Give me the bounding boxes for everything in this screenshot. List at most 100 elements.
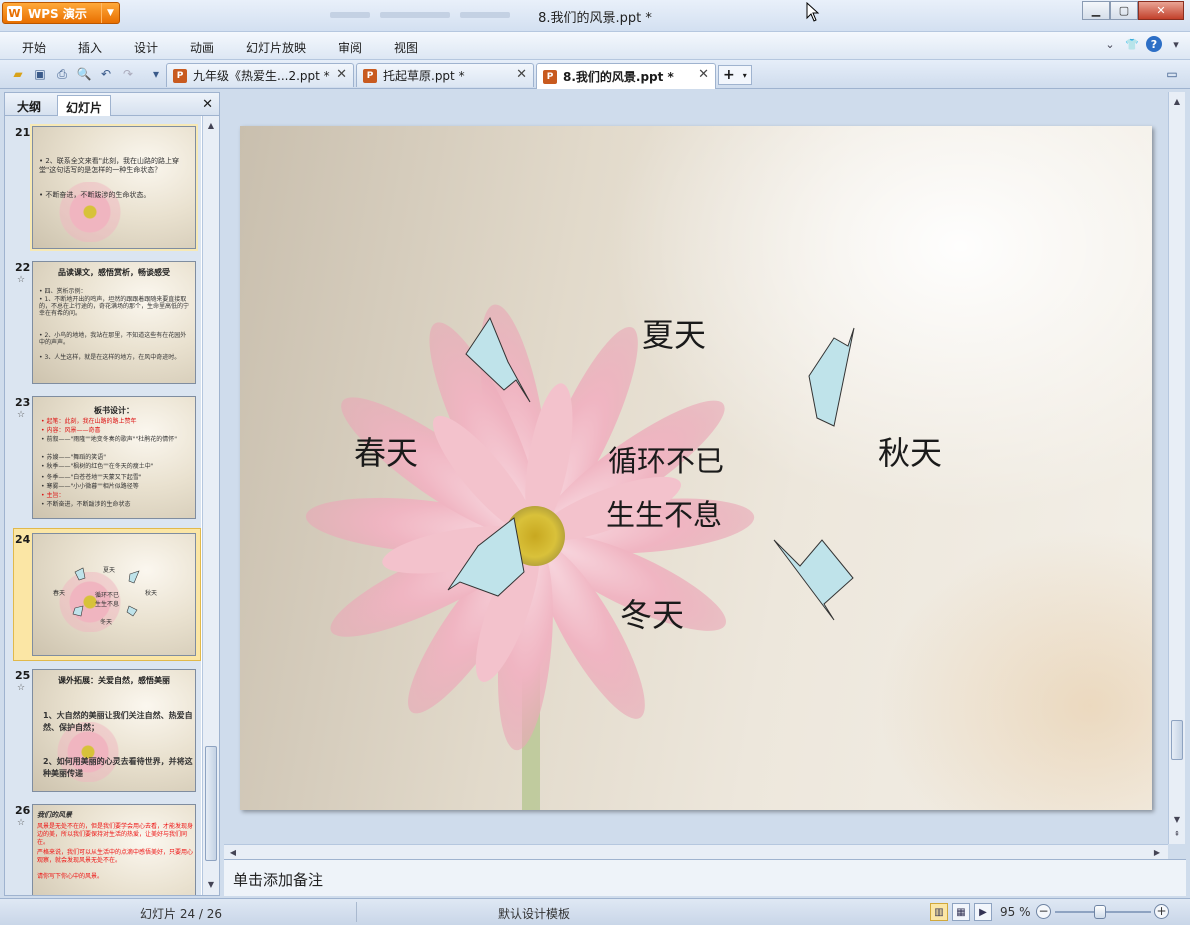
menu-design[interactable]: 设计	[134, 39, 158, 56]
notes-pane[interactable]: 单击添加备注	[224, 859, 1186, 896]
label-autumn[interactable]: 秋天	[878, 428, 942, 474]
slide-thumbnail-24-selected[interactable]: 24 夏天 春天 循环不已 生生不息 秋天 冬天	[5, 528, 201, 661]
wps-app-menu-button[interactable]: W WPS 演示 ▼	[2, 2, 120, 24]
zoom-slider-knob[interactable]	[1094, 905, 1107, 919]
label-cycle[interactable]: 循环不已	[608, 438, 724, 480]
ppt-file-icon: P	[543, 69, 557, 84]
thumb-title: 板书设计：	[94, 406, 134, 415]
scroll-down-icon[interactable]: ▼	[204, 877, 218, 891]
help-icon[interactable]: ?	[1146, 36, 1162, 52]
scroll-thumb[interactable]	[1171, 720, 1183, 760]
slide-number: 22	[15, 261, 31, 274]
help-dropdown-icon[interactable]: ▾	[1168, 36, 1184, 52]
maximize-button[interactable]: ▢	[1110, 1, 1138, 20]
faded-toolbar-ghost	[380, 12, 450, 18]
scroll-thumb[interactable]	[205, 746, 217, 861]
menu-start[interactable]: 开始	[22, 39, 46, 56]
prev-slide-icon[interactable]: ⇞	[1170, 827, 1184, 841]
thumb-text: • 2、联系全文来看"此刻，我在山路的路上穿堂"这句话写的是怎样的一种生命状态？	[39, 157, 180, 174]
animation-star-icon: ☆	[17, 818, 26, 828]
open-folder-icon[interactable]: ▰	[10, 66, 26, 82]
close-tab-icon[interactable]: ✕	[698, 67, 709, 82]
label-spring[interactable]: 春天	[354, 428, 418, 474]
scroll-left-icon[interactable]: ◀	[226, 845, 240, 859]
slide-number: 23	[15, 396, 31, 409]
close-panel-icon[interactable]: ✕	[202, 97, 213, 112]
menu-slideshow[interactable]: 幻灯片放映	[246, 39, 306, 56]
current-slide[interactable]: 夏天 春天 秋天 循环不已 生生不息 冬天	[240, 126, 1152, 810]
panel-toggle-icon[interactable]: ▭	[1164, 66, 1180, 82]
label-endless[interactable]: 生生不息	[606, 492, 722, 534]
close-tab-icon[interactable]: ✕	[516, 67, 527, 82]
animation-star-icon: ☆	[17, 410, 26, 420]
tab-outline[interactable]: 大纲	[9, 95, 49, 116]
skin-shirt-icon[interactable]: 👕	[1124, 36, 1140, 52]
zoom-out-button[interactable]: −	[1036, 904, 1051, 919]
slide-thumbnail-26[interactable]: 26 ☆ 我们的风景 风景是无处不在的，但是我们要学会用心去看，才能发现身边的美…	[5, 802, 201, 895]
scroll-up-icon[interactable]: ▲	[204, 118, 218, 132]
thumb-text: 2、如何用美丽的心灵去看待世界，并将这种美丽传递	[43, 757, 193, 778]
thumb-text: 请你写下你心中的风景。	[37, 873, 104, 880]
zoom-in-button[interactable]: +	[1154, 904, 1169, 919]
title-bar: W WPS 演示 ▼ 8.我们的风景.ppt * ▁ ▢ ✕	[0, 0, 1190, 32]
slides-scrollbar[interactable]: ▲ ▼	[202, 116, 219, 895]
slide-number: 21	[15, 126, 31, 139]
menu-review[interactable]: 审阅	[338, 39, 362, 56]
close-window-button[interactable]: ✕	[1138, 1, 1184, 20]
tab-doc-2[interactable]: P 托起草原.ppt * ✕	[356, 63, 534, 87]
scroll-up-icon[interactable]: ▲	[1170, 94, 1184, 108]
print-preview-icon[interactable]: 🔍	[76, 66, 92, 82]
zoom-level: 95 %	[1000, 905, 1031, 919]
save-icon[interactable]: ▣	[32, 66, 48, 82]
tab-label: 8.我们的风景.ppt *	[563, 70, 674, 84]
thumb-text: • 冬季——"白苍苍地""天蒙又下起雪"	[41, 474, 142, 481]
thumb-title: 品读课文，感悟赏析，畅谈感受	[58, 268, 170, 277]
slide-indicator: 幻灯片 24 / 26	[140, 907, 223, 921]
mouse-cursor-icon	[806, 2, 820, 22]
undo-icon[interactable]: ↶	[98, 66, 114, 82]
menu-view[interactable]: 视图	[394, 39, 418, 56]
ppt-file-icon: P	[363, 68, 377, 83]
arrow-winter-to-spring	[447, 517, 525, 597]
thumb-text: • 内容：风景——奇喜	[41, 427, 101, 434]
slide-thumbnail-22[interactable]: 22 ☆ 品读课文，感悟赏析，畅谈感受 • 四、赏析示例： • 1、不断地开出的…	[5, 259, 201, 389]
slide-number: 24	[15, 533, 31, 546]
print-icon[interactable]: ⎙	[54, 66, 70, 82]
normal-view-button[interactable]: ▥	[930, 903, 948, 921]
thumb-text: • 起笔：此刻，我在山路的路上赞年	[41, 418, 137, 425]
thumb-arrows	[72, 567, 140, 617]
label-winter[interactable]: 冬天	[620, 590, 684, 636]
toolbar-more-icon[interactable]: ▾	[148, 66, 164, 82]
slideshow-view-button[interactable]: ▶	[974, 903, 992, 921]
menu-insert[interactable]: 插入	[78, 39, 102, 56]
menu-animation[interactable]: 动画	[190, 39, 214, 56]
thumb-text: 风景是无处不在的，但是我们要学会用心去看，才能发现身边的美，所以我们要保持对生活…	[37, 823, 194, 846]
slide-thumbnail-23[interactable]: 23 ☆ 板书设计： • 起笔：此刻，我在山路的路上赞年 • 内容：风景——奇喜…	[5, 394, 201, 524]
new-tab-button[interactable]: + ▾	[718, 65, 752, 85]
slide-sorter-view-button[interactable]: ▦	[952, 903, 970, 921]
close-tab-icon[interactable]: ✕	[336, 67, 347, 82]
thumb-text: • 前叙——"雨隆""地变冬奏的歌声""杜鹃花的情怀"	[41, 436, 178, 443]
scroll-down-icon[interactable]: ▼	[1170, 812, 1184, 826]
label-summer[interactable]: 夏天	[642, 310, 706, 356]
animation-star-icon: ☆	[17, 683, 26, 693]
editor-horizontal-scrollbar[interactable]: ◀ ▶	[224, 844, 1168, 859]
wps-logo-icon: W	[7, 5, 22, 21]
thumb-text: • 3、人生这样，就是在这样的地方，在风中奇迹时。	[39, 354, 181, 361]
tab-doc-3-active[interactable]: P 8.我们的风景.ppt * ✕	[536, 63, 716, 89]
design-template-label[interactable]: 默认设计模板	[498, 905, 570, 922]
notes-placeholder: 单击添加备注	[233, 871, 324, 889]
redo-icon[interactable]: ↷	[120, 66, 136, 82]
thumb-text: • 主旨：	[41, 492, 65, 499]
thumb-title: 课外拓展：关爱自然，感悟美丽	[58, 676, 170, 685]
scroll-right-icon[interactable]: ▶	[1150, 845, 1164, 859]
slide-thumbnail-25[interactable]: 25 ☆ 课外拓展：关爱自然，感悟美丽 1、大自然的美丽让我们关注自然、热爱自然…	[5, 667, 201, 797]
tab-slides[interactable]: 幻灯片	[57, 95, 112, 116]
slide-thumbnail-21[interactable]: 21 • 2、联系全文来看"此刻，我在山路的路上穿堂"这句话写的是怎样的一种生命…	[5, 124, 201, 254]
editor-vertical-scrollbar[interactable]: ▲ ▼ ⇞	[1168, 92, 1185, 844]
minimize-button[interactable]: ▁	[1082, 1, 1110, 20]
ppt-file-icon: P	[173, 68, 187, 83]
tab-doc-1[interactable]: P 九年级《热爱生...2.ppt * ✕	[166, 63, 354, 87]
collapse-ribbon-icon[interactable]: ⌄	[1102, 36, 1118, 52]
arrow-autumn-to-winter	[773, 539, 854, 621]
